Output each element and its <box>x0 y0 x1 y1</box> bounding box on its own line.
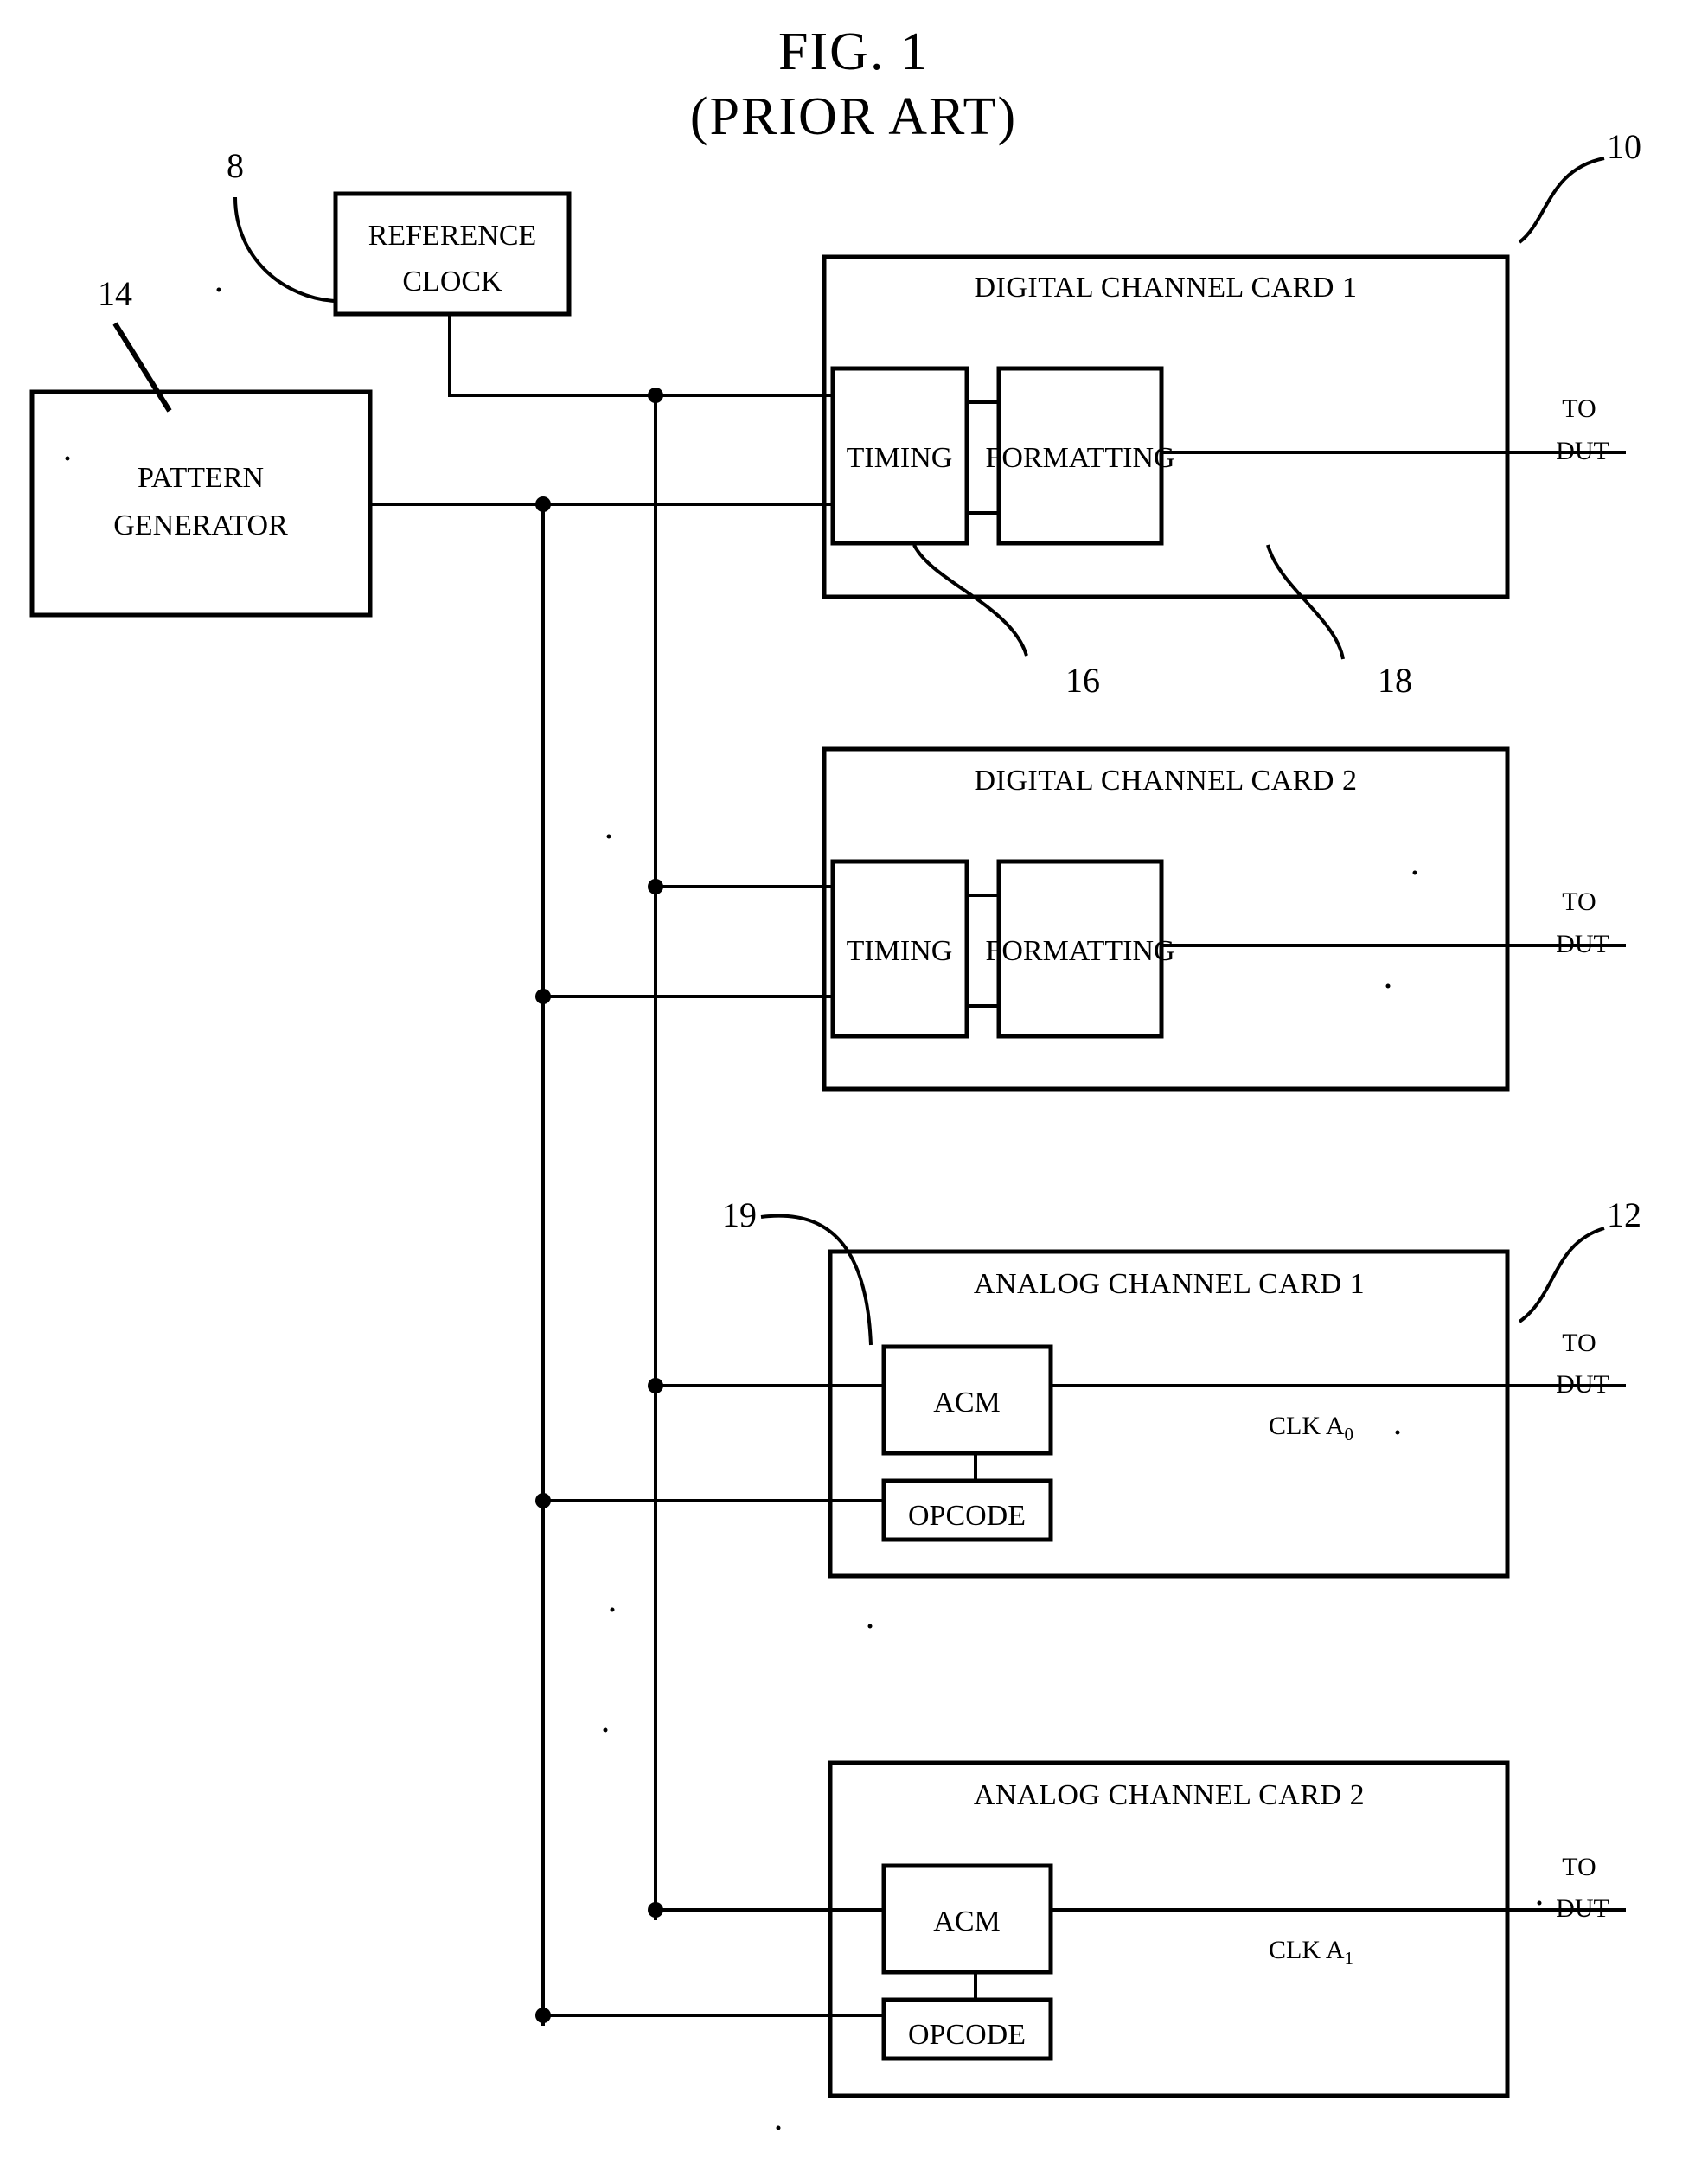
numeral-14: 14 <box>98 274 132 313</box>
junction-dot-refclock-acc2 <box>648 1902 663 1918</box>
junction-dot-patgen-dcc1 <box>535 496 551 512</box>
numeral-8: 8 <box>227 146 244 185</box>
reference-clock-label-line1: REFERENCE <box>368 220 537 252</box>
junction-dots <box>535 388 663 2023</box>
numeral-12: 12 <box>1607 1195 1641 1234</box>
wire-refclock-to-bus <box>448 314 833 397</box>
acc1-clk-label: CLK A0 <box>1269 1412 1353 1444</box>
acm-block-1-label: ACM <box>933 1387 1000 1419</box>
timing-block-2-label: TIMING <box>847 935 953 967</box>
figure-diagram: FIG. 1 (PRIOR ART) REFERENCE CLOCK PATTE… <box>29 22 1641 2130</box>
junction-dot-patgen-acc1 <box>535 1493 551 1508</box>
reference-clock-label-line2: CLOCK <box>402 266 502 298</box>
patent-figure-page: FIG. 1 (PRIOR ART) REFERENCE CLOCK PATTE… <box>0 0 1708 2165</box>
reference-numeral-labels: 8 14 10 16 18 19 12 <box>98 127 1641 1234</box>
acc2-clk-label: CLK A1 <box>1269 1936 1353 1969</box>
leader-18 <box>1266 544 1345 660</box>
analog-card-2-title: ANALOG CHANNEL CARD 2 <box>974 1779 1365 1811</box>
dcc1-dut-label-line1: TO <box>1562 394 1596 423</box>
numeral-19: 19 <box>722 1195 757 1234</box>
analog-channel-card-2: ANALOG CHANNEL CARD 2 ACM OPCODE CLK A1 … <box>828 1760 1609 2098</box>
leader-10 <box>1518 157 1605 244</box>
formatting-block-1-label: FORMATTING <box>985 442 1174 474</box>
digital-card-1-title: DIGITAL CHANNEL CARD 1 <box>975 272 1358 304</box>
leader-8 <box>233 196 336 303</box>
pattern-generator-label-line1: PATTERN <box>138 462 264 494</box>
leader-16 <box>912 544 1028 657</box>
junction-dot-refclock-dcc2 <box>648 879 663 894</box>
pattern-generator-label-line2: GENERATOR <box>113 509 288 541</box>
pattern-generator-block: PATTERN GENERATOR <box>29 389 373 618</box>
acc2-dut-label-line2: DUT <box>1556 1894 1609 1923</box>
analog-card-1-title: ANALOG CHANNEL CARD 1 <box>974 1268 1365 1300</box>
acc1-dut-label-line1: TO <box>1562 1329 1596 1357</box>
acc1-dut-label-line2: DUT <box>1556 1370 1609 1399</box>
junction-dot-patgen-dcc2 <box>535 989 551 1004</box>
junction-dot-refclock-dcc1 <box>648 388 663 403</box>
figure-subtitle: (PRIOR ART) <box>690 87 1017 146</box>
acc2-dut-label-line1: TO <box>1562 1853 1596 1881</box>
leader-19 <box>760 1214 873 1346</box>
digital-channel-card-2: DIGITAL CHANNEL CARD 2 TIMING FORMATTING… <box>822 746 1609 1092</box>
numeral-16: 16 <box>1065 661 1100 700</box>
dcc2-dut-label-line1: TO <box>1562 887 1596 916</box>
digital-card-2-title: DIGITAL CHANNEL CARD 2 <box>975 765 1358 797</box>
leader-12 <box>1518 1227 1605 1323</box>
reference-leaders <box>112 157 1605 1346</box>
junction-dot-refclock-acc1 <box>648 1378 663 1393</box>
dcc1-dut-label-line2: DUT <box>1556 437 1609 465</box>
reference-clock-block: REFERENCE CLOCK <box>333 191 572 317</box>
acm-block-2-label: ACM <box>933 1906 1000 1938</box>
numeral-10: 10 <box>1607 127 1641 166</box>
figure-title: FIG. 1 <box>778 22 929 81</box>
formatting-block-2-label: FORMATTING <box>985 935 1174 967</box>
timing-block-1-label: TIMING <box>847 442 953 474</box>
digital-channel-card-1: DIGITAL CHANNEL CARD 1 TIMING FORMATTING… <box>822 254 1609 599</box>
junction-dot-patgen-acc2 <box>535 2008 551 2023</box>
numeral-18: 18 <box>1378 661 1412 700</box>
analog-channel-card-1: ANALOG CHANNEL CARD 1 ACM OPCODE CLK A0 … <box>828 1249 1609 1579</box>
dcc2-dut-label-line2: DUT <box>1556 930 1609 958</box>
wiring-lines <box>370 314 1626 2026</box>
opcode-block-2-label: OPCODE <box>908 2019 1026 2051</box>
opcode-block-1-label: OPCODE <box>908 1500 1026 1532</box>
